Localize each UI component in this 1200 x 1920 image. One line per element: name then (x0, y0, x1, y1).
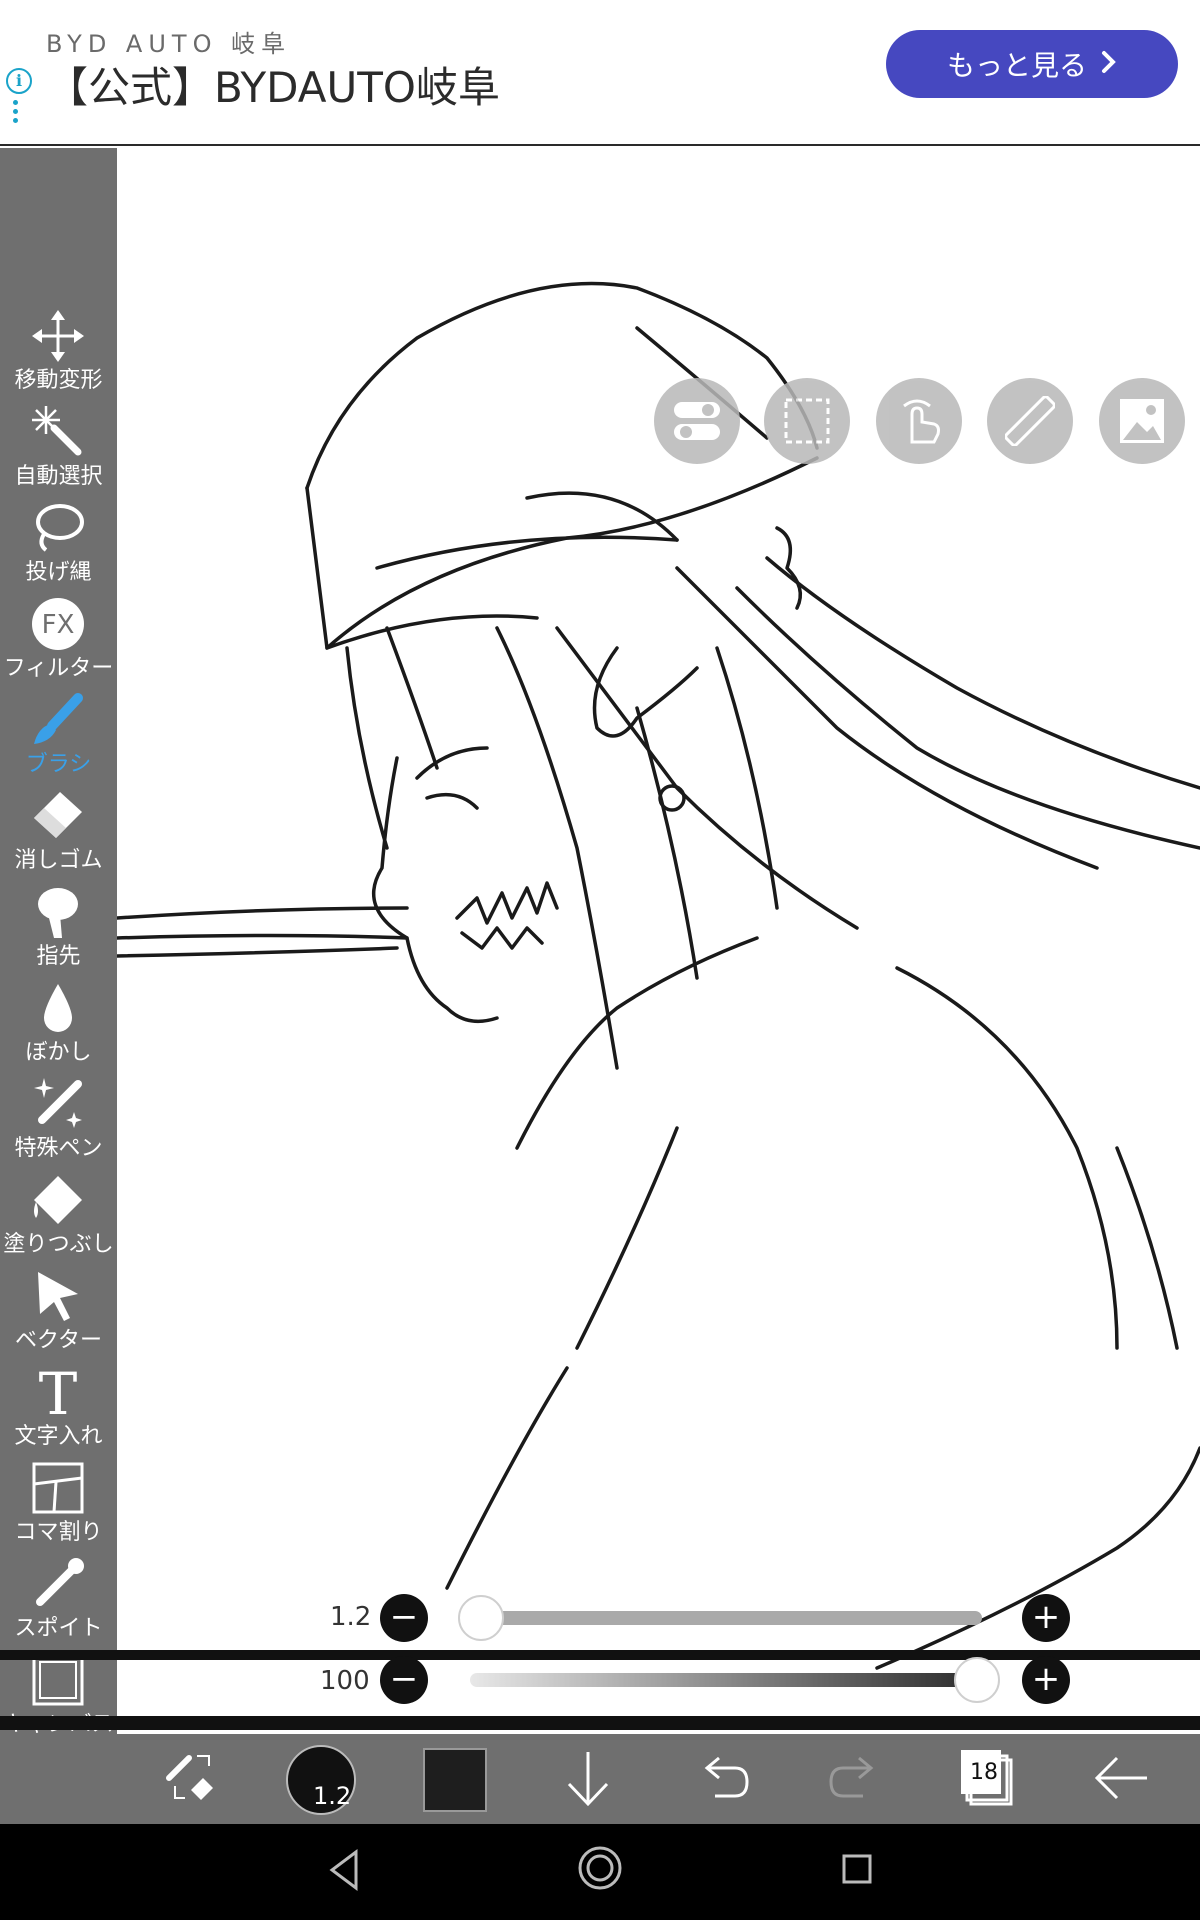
opacity-value: 100 (320, 1666, 370, 1696)
tool-special-pen[interactable]: 特殊ペン (0, 1076, 117, 1172)
divider (0, 1716, 1200, 1730)
tool-label: 特殊ペン (14, 1136, 103, 1161)
tool-auto-select[interactable]: 自動選択 (0, 404, 117, 500)
tool-lasso[interactable]: 投げ縄 (0, 500, 117, 596)
layer-count: 18 (970, 1760, 998, 1785)
tool-label: フィルター (3, 656, 114, 681)
nav-recents-icon (842, 1854, 872, 1884)
tool-smudge[interactable]: 指先 (0, 884, 117, 980)
brush-size-label: 1.2 (313, 1782, 352, 1810)
selection-button[interactable] (764, 378, 850, 464)
brush-size-value: 1.2 (330, 1602, 372, 1632)
tool-canvas[interactable]: キャンバス (0, 1652, 117, 1748)
tool-label: 自動選択 (14, 464, 103, 489)
canvas-icon (30, 1652, 86, 1708)
tool-frame-divide[interactable]: コマ割り (0, 1460, 117, 1556)
opacity-track[interactable] (470, 1673, 982, 1687)
svg-text:FX: FX (42, 610, 75, 640)
eraser-icon (30, 788, 86, 844)
tool-label: スポイト (14, 1616, 103, 1641)
info-icon[interactable]: i (6, 68, 32, 94)
brush-size-minus-button[interactable]: − (380, 1594, 428, 1642)
bottom-toolbar: 1.2 18 (117, 1734, 1200, 1824)
opacity-plus-button[interactable]: + (1022, 1656, 1070, 1704)
brush-size-track[interactable] (470, 1611, 982, 1625)
eyedropper-icon (30, 1556, 86, 1612)
image-icon (1120, 399, 1164, 443)
frame-divide-icon (30, 1460, 86, 1516)
tool-label: ベクター (14, 1328, 103, 1353)
touch-button[interactable] (876, 378, 962, 464)
toggle-button[interactable] (654, 378, 740, 464)
tool-eyedropper[interactable]: スポイト (0, 1556, 117, 1652)
tool-label: ぼかし (25, 1040, 92, 1065)
tool-label: 文字入れ (14, 1424, 103, 1449)
vector-cursor-icon (30, 1268, 86, 1324)
tool-sidebar: 移動変形 自動選択 投げ縄 FX フィルター ブラシ 消しゴム 指先 ぼかし 特… (0, 148, 118, 1824)
tool-blur[interactable]: ぼかし (0, 980, 117, 1076)
nav-back-button[interactable] (326, 1846, 362, 1898)
chevron-right-icon (1101, 48, 1117, 81)
special-pen-icon (30, 1076, 86, 1132)
tool-label: 消しゴム (14, 848, 103, 873)
nav-back-icon (329, 1849, 358, 1891)
svg-text:T: T (39, 1364, 78, 1420)
lasso-icon (30, 500, 86, 556)
system-navigation-bar (0, 1824, 1200, 1920)
tool-label: 投げ縄 (25, 560, 92, 585)
fx-filter-icon: FX (30, 596, 86, 652)
fill-bucket-icon (30, 1172, 86, 1228)
brush-size-button[interactable]: 1.2 (285, 1744, 357, 1834)
pen-eraser-swap-icon (166, 1755, 213, 1800)
tool-brush[interactable]: ブラシ (0, 692, 117, 788)
divider (0, 1650, 1200, 1660)
brush-icon (30, 692, 86, 748)
drawing-canvas[interactable] (117, 148, 1200, 1824)
ad-more-label: もっと見る (946, 49, 1087, 82)
image-button[interactable] (1099, 378, 1185, 464)
tool-text[interactable]: T 文字入れ (0, 1360, 117, 1460)
opacity-minus-button[interactable]: − (380, 1656, 428, 1704)
nav-home-icon (578, 1846, 622, 1890)
color-swatch (423, 1748, 487, 1812)
redo-icon (829, 1756, 874, 1798)
tool-fill[interactable]: 塗りつぶし (0, 1172, 117, 1268)
finger-smudge-icon (30, 884, 86, 940)
tool-label: 移動変形 (14, 368, 103, 393)
tool-move-transform[interactable]: 移動変形 (0, 308, 117, 404)
nav-recents-button[interactable] (840, 1852, 876, 1892)
move-transform-icon (30, 308, 86, 364)
tool-vector[interactable]: ベクター (0, 1268, 117, 1364)
ad-more-button[interactable]: もっと見る (886, 30, 1178, 98)
brush-size-plus-button[interactable]: + (1022, 1594, 1070, 1642)
blur-drop-icon (30, 980, 86, 1036)
ruler-icon (1005, 396, 1055, 446)
touch-icon (903, 399, 940, 444)
ruler-button[interactable] (987, 378, 1073, 464)
toggle-icon (674, 402, 720, 440)
tool-label: 指先 (36, 944, 81, 969)
tool-label: ブラシ (25, 752, 92, 777)
tool-eraser[interactable]: 消しゴム (0, 788, 117, 884)
ad-title[interactable]: 【公式】BYDAUTO岐阜 (46, 54, 500, 115)
text-icon: T (30, 1360, 86, 1428)
selection-icon (784, 398, 830, 444)
tool-filter[interactable]: FX フィルター (0, 596, 117, 692)
undo-icon (704, 1756, 749, 1798)
ad-banner[interactable]: i BYD AUTO 岐阜 【公式】BYDAUTO岐阜 もっと見る (0, 0, 1200, 146)
tool-label: コマ割り (14, 1520, 103, 1545)
arrow-down-icon (567, 1752, 609, 1807)
opacity-thumb[interactable] (954, 1657, 1000, 1703)
tool-label: 塗りつぶし (3, 1232, 114, 1257)
arrow-left-icon (1094, 1756, 1147, 1800)
brush-size-thumb[interactable] (458, 1595, 504, 1641)
more-options-icon[interactable] (13, 100, 19, 127)
magic-wand-icon (30, 404, 86, 460)
nav-home-button[interactable] (576, 1844, 624, 1896)
